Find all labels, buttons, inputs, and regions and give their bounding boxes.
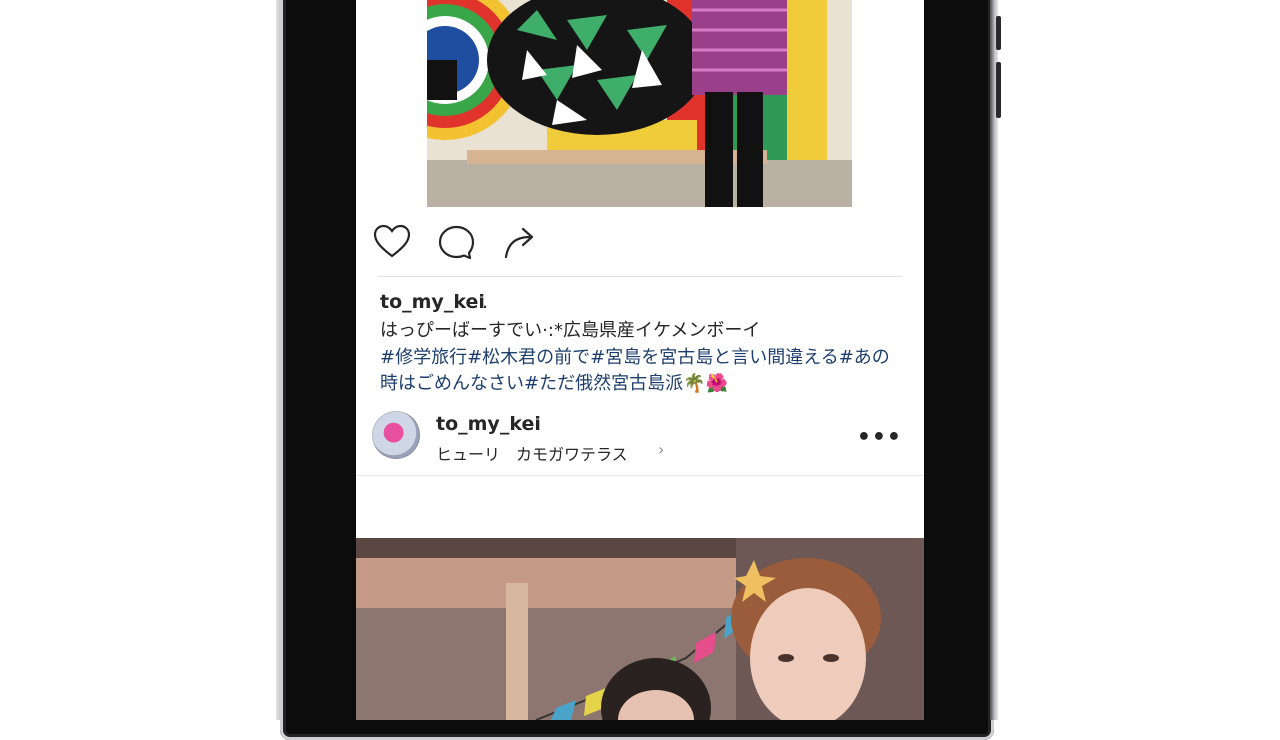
- caption-hashtags[interactable]: #修学旅行#松木君の前で#宮島を宮古島と言い間違える#あの時はごめんなさい#ただ…: [380, 345, 900, 397]
- like-button[interactable]: [372, 222, 412, 262]
- hashtags-text[interactable]: #修学旅行#松木君の前で#宮島を宮古島と言い間違える#あの時はごめんなさい#ただ…: [380, 347, 890, 394]
- post-action-bar: [372, 222, 572, 262]
- next-post-location[interactable]: ヒューリ カモガワテラス: [436, 441, 628, 465]
- share-button[interactable]: [500, 222, 540, 262]
- app-screen: to_my_kei . はっぴーばーすでい·:*広島県産イケメンボーイ #修学旅…: [356, 0, 924, 720]
- post-photo-graphic: [427, 0, 852, 207]
- comment-button[interactable]: [436, 222, 476, 262]
- caption-text: はっぴーばーすでい·:*広島県産イケメンボーイ: [380, 320, 761, 341]
- comment-icon: [438, 225, 475, 260]
- avatar[interactable]: [372, 411, 420, 459]
- phone-mute-switch: [996, 16, 1001, 50]
- more-options-button[interactable]: •••: [857, 425, 902, 450]
- share-icon: [504, 227, 534, 259]
- feed-divider: [356, 475, 924, 476]
- next-post-header: to_my_kei ヒューリ カモガワテラス › •••: [372, 410, 908, 465]
- caption-username[interactable]: to_my_kei: [380, 291, 485, 313]
- hashtag-emoji: 🌴🌺: [683, 373, 728, 394]
- post-photo[interactable]: [427, 0, 852, 207]
- post-divider: [378, 276, 902, 277]
- heart-icon: [373, 224, 411, 258]
- caption-username-suffix: .: [482, 291, 489, 313]
- chevron-right-icon: ›: [658, 440, 665, 459]
- phone-volume-button: [996, 62, 1001, 118]
- next-post-photo-graphic: [356, 538, 924, 720]
- next-post-photo[interactable]: [356, 538, 924, 720]
- next-post-username[interactable]: to_my_kei: [436, 413, 541, 435]
